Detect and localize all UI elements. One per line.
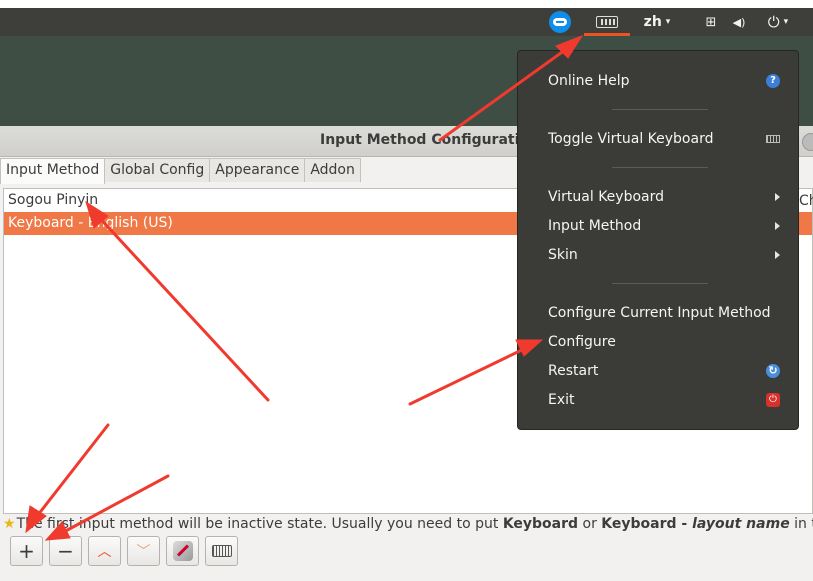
- configure-input-method-button[interactable]: [166, 536, 199, 566]
- teamviewer-indicator[interactable]: [548, 8, 572, 36]
- fcitx-keyboard-indicator[interactable]: [590, 8, 624, 36]
- language-label: zh: [643, 14, 662, 30]
- tab-appearance[interactable]: Appearance: [209, 158, 306, 182]
- submenu-arrow-icon: [775, 193, 780, 201]
- menu-item-online-help[interactable]: Online Help ?: [548, 69, 780, 93]
- tab-global-config[interactable]: Global Config: [104, 158, 211, 182]
- star-icon: ★: [3, 516, 16, 532]
- tab-input-method[interactable]: Input Method: [0, 158, 106, 184]
- network-icon[interactable]: ⊞: [702, 8, 720, 36]
- exit-icon: ⏻: [766, 393, 780, 407]
- move-up-button[interactable]: ︿: [88, 536, 121, 566]
- hint-part: in the first pl: [794, 516, 813, 532]
- menu-item-skin[interactable]: Skin: [548, 243, 780, 267]
- hint-part: The first input method will be inactive …: [16, 516, 503, 532]
- chevron-down-icon: ▾: [665, 17, 671, 27]
- top-strip: [0, 0, 813, 8]
- hint-bold: Keyboard -: [601, 516, 693, 532]
- keyboard-layout-button[interactable]: [205, 536, 238, 566]
- move-down-button[interactable]: ﹀: [127, 536, 160, 566]
- fcitx-dropdown-menu: Online Help ? Toggle Virtual Keyboard Vi…: [517, 50, 799, 430]
- remove-input-method-button[interactable]: −: [49, 536, 82, 566]
- menu-item-label: Input Method: [548, 218, 642, 234]
- menu-item-restart[interactable]: Restart ↻: [548, 359, 780, 383]
- menu-item-exit[interactable]: Exit ⏻: [548, 388, 780, 412]
- menu-item-configure[interactable]: Configure: [548, 330, 778, 354]
- keyboard-icon: [766, 135, 780, 143]
- column-header: Ch: [799, 193, 813, 209]
- hint-bold: Keyboard: [502, 516, 579, 532]
- menu-item-label: Exit: [548, 392, 575, 408]
- window-title: Input Method Configuration: [320, 132, 539, 148]
- language-indicator[interactable]: zh ▾: [638, 8, 676, 36]
- menu-item-toggle-virtual-keyboard[interactable]: Toggle Virtual Keyboard: [548, 127, 780, 151]
- hint-text: ★The first input method will be inactive…: [3, 514, 813, 534]
- menu-item-label: Virtual Keyboard: [548, 189, 665, 205]
- tab-addon[interactable]: Addon: [304, 158, 361, 182]
- power-menu[interactable]: ⏻ ▾: [758, 8, 798, 36]
- menu-item-label: Online Help: [548, 73, 630, 89]
- volume-icon[interactable]: ◀): [728, 8, 750, 36]
- menu-item-input-method[interactable]: Input Method: [548, 214, 780, 238]
- configure-icon: [172, 541, 193, 561]
- hint-part: or: [578, 516, 602, 532]
- hint-italic: layout name: [692, 516, 790, 532]
- submenu-arrow-icon: [775, 222, 780, 230]
- add-input-method-button[interactable]: +: [10, 536, 43, 566]
- submenu-arrow-icon: [775, 251, 780, 259]
- keyboard-icon: [596, 16, 618, 28]
- menu-separator: [612, 283, 708, 284]
- teamviewer-icon: [549, 11, 571, 33]
- keyboard-icon: [211, 545, 232, 557]
- chevron-down-icon: ﹀: [136, 544, 151, 560]
- restart-icon: ↻: [766, 364, 780, 378]
- menu-item-configure-current-input-method[interactable]: Configure Current Input Method: [548, 301, 778, 325]
- chevron-down-icon: ▾: [783, 17, 789, 27]
- menu-separator: [612, 167, 708, 168]
- list-toolbar: + − ︿ ﹀: [10, 536, 238, 566]
- top-panel: zh ▾ ⊞ ◀) ⏻ ▾: [0, 8, 813, 36]
- close-icon[interactable]: [802, 133, 813, 151]
- chevron-up-icon: ︿: [97, 544, 112, 560]
- menu-item-virtual-keyboard[interactable]: Virtual Keyboard: [548, 185, 780, 209]
- menu-item-label: Configure: [548, 334, 616, 350]
- help-icon: ?: [766, 74, 780, 88]
- menu-item-label: Configure Current Input Method: [548, 305, 771, 321]
- menu-item-label: Skin: [548, 247, 578, 263]
- menu-item-label: Restart: [548, 363, 599, 379]
- menu-item-label: Toggle Virtual Keyboard: [548, 131, 714, 147]
- menu-separator: [612, 109, 708, 110]
- power-icon: ⏻: [767, 13, 780, 31]
- tab-bar: Input Method Global Config Appearance Ad…: [0, 158, 361, 184]
